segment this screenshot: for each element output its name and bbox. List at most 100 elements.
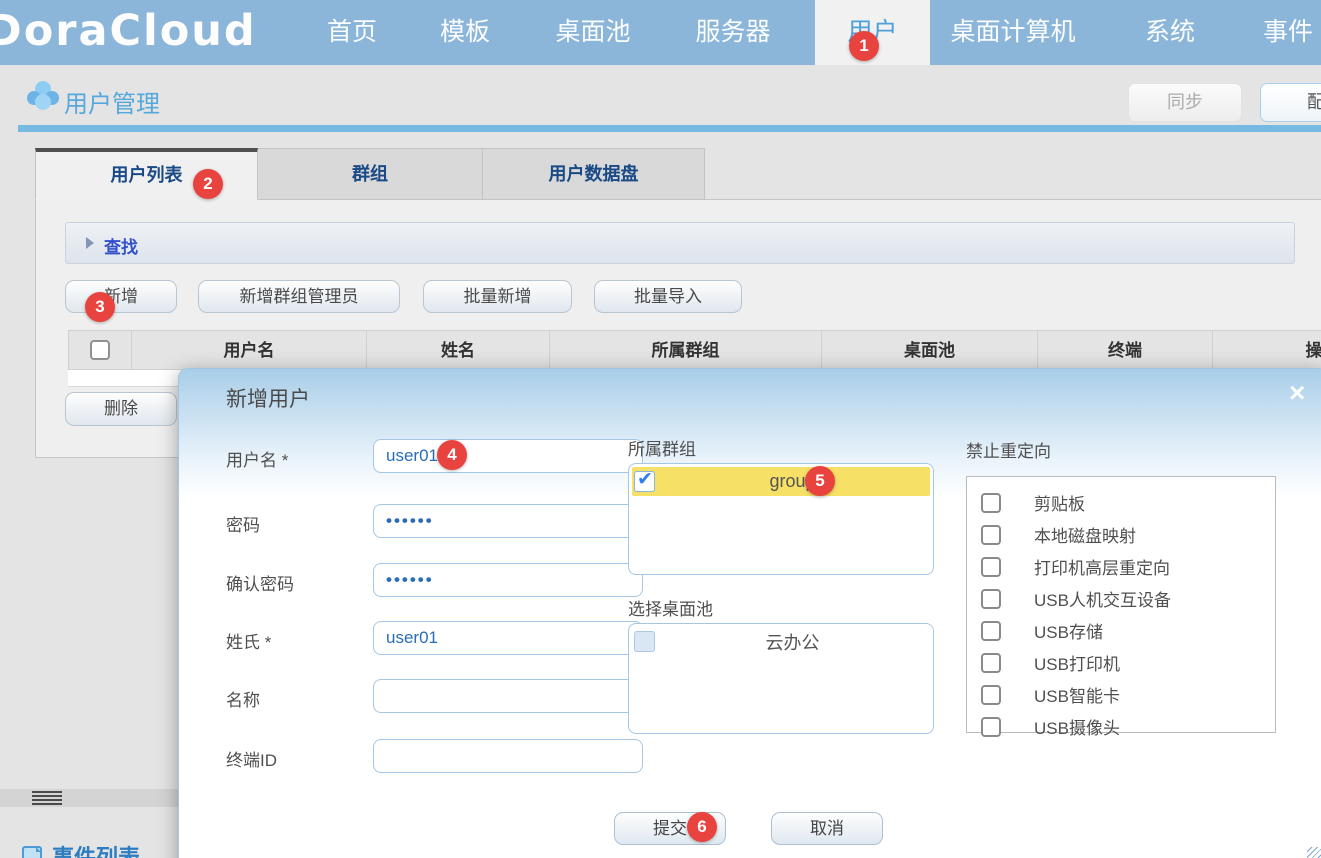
group-item-label: group <box>655 471 930 492</box>
annotation-badge-1: 1 <box>849 31 879 61</box>
nav-item-servers[interactable]: 服务器 <box>681 0 785 65</box>
list-item-redirect[interactable]: USB人机交互设备 <box>967 584 1275 613</box>
local-disk-checkbox[interactable] <box>981 525 1001 545</box>
username-label: 用户名 * <box>226 446 288 471</box>
group-checkbox[interactable] <box>634 471 655 492</box>
list-item-group[interactable]: group <box>632 467 930 496</box>
pool-listbox: 云办公 <box>628 623 934 734</box>
usb-printer-checkbox[interactable] <box>981 653 1001 673</box>
password-field[interactable] <box>373 504 643 538</box>
clipboard-label: 剪贴板 <box>1034 490 1085 515</box>
nav-item-events[interactable]: 事件 <box>1252 0 1321 65</box>
col-group[interactable]: 所属群组 <box>550 330 822 370</box>
usb-storage-checkbox[interactable] <box>981 621 1001 641</box>
group-listbox: group <box>628 463 934 575</box>
col-desktop-pool[interactable]: 桌面池 <box>822 330 1038 370</box>
annotation-badge-5: 5 <box>805 466 835 496</box>
search-panel[interactable]: 查找 <box>65 222 1295 264</box>
dialog-title: 新增用户 <box>226 383 310 413</box>
top-nav: DoraCloud 首页 模板 桌面池 服务器 用户 桌面计算机 系统 事件 <box>0 0 1321 65</box>
printer-redirect-label: 打印机高层重定向 <box>1034 554 1170 579</box>
usb-hid-checkbox[interactable] <box>981 589 1001 609</box>
batch-add-button[interactable]: 批量新增 <box>423 280 572 313</box>
col-username[interactable]: 用户名 <box>132 330 367 370</box>
confirm-password-field[interactable] <box>373 563 643 597</box>
list-item-redirect[interactable]: USB智能卡 <box>967 680 1275 709</box>
redirect-section-label: 禁止重定向 <box>966 437 1051 462</box>
pool-checkbox[interactable] <box>634 631 655 652</box>
username-row: 用户名 * <box>226 439 646 473</box>
nav-item-system[interactable]: 系统 <box>1134 0 1206 65</box>
pool-item-label: 云办公 <box>655 629 930 655</box>
close-icon[interactable]: × <box>1289 377 1305 409</box>
add-user-dialog: 新增用户 × 用户名 * 密码 确认密码 姓氏 * 名称 终端ID 所属群组 <box>178 368 1321 858</box>
event-list-label: 事件列表 <box>52 840 140 858</box>
pool-section-label: 选择桌面池 <box>628 595 713 620</box>
list-item-pool[interactable]: 云办公 <box>632 627 930 656</box>
page-title: 用户管理 <box>64 84 160 119</box>
redirect-listbox: 剪贴板 本地磁盘映射 打印机高层重定向 USB人机交互设备 USB存储 USB打… <box>966 476 1276 733</box>
usb-storage-label: USB存储 <box>1034 618 1103 643</box>
terminal-id-field[interactable] <box>373 739 643 773</box>
annotation-badge-3: 3 <box>85 292 115 322</box>
list-item-redirect[interactable]: USB打印机 <box>967 648 1275 677</box>
delete-button[interactable]: 删除 <box>65 392 177 426</box>
terminal-id-label: 终端ID <box>226 746 277 771</box>
list-item-redirect[interactable]: 打印机高层重定向 <box>967 552 1275 581</box>
list-item-redirect[interactable]: 本地磁盘映射 <box>967 520 1275 549</box>
usb-hid-label: USB人机交互设备 <box>1034 586 1171 611</box>
col-actions[interactable]: 操作 <box>1213 330 1321 370</box>
list-item-redirect[interactable]: USB存储 <box>967 616 1275 645</box>
nav-item-templates[interactable]: 模板 <box>429 0 501 65</box>
splitter-handle-icon[interactable] <box>32 791 62 807</box>
usb-camera-label: USB摄像头 <box>1034 714 1120 739</box>
list-item-redirect[interactable]: USB摄像头 <box>967 712 1275 741</box>
lastname-label: 姓氏 * <box>226 628 271 653</box>
annotation-badge-2: 2 <box>193 169 223 199</box>
nav-item-desktop-computers[interactable]: 桌面计算机 <box>927 0 1099 65</box>
app-window: DoraCloud 首页 模板 桌面池 服务器 用户 桌面计算机 系统 事件 用… <box>0 0 1321 858</box>
resize-grip-icon[interactable] <box>1307 847 1321 858</box>
list-item-redirect[interactable]: 剪贴板 <box>967 488 1275 517</box>
usb-smartcard-checkbox[interactable] <box>981 685 1001 705</box>
terminal-id-row: 终端ID <box>226 739 646 773</box>
local-disk-label: 本地磁盘映射 <box>1034 522 1136 547</box>
select-all-cell <box>68 330 132 370</box>
usb-camera-checkbox[interactable] <box>981 717 1001 737</box>
select-all-checkbox[interactable] <box>90 340 110 360</box>
clipboard-checkbox[interactable] <box>981 493 1001 513</box>
nav-item-home[interactable]: 首页 <box>316 0 388 65</box>
usb-printer-label: USB打印机 <box>1034 650 1120 675</box>
group-section-label: 所属群组 <box>628 435 696 460</box>
lastname-row: 姓氏 * <box>226 621 646 655</box>
annotation-badge-4: 4 <box>437 440 467 470</box>
tab-groups[interactable]: 群组 <box>257 148 483 200</box>
firstname-label: 名称 <box>226 686 260 711</box>
annotation-badge-6: 6 <box>687 812 717 842</box>
lastname-field[interactable] <box>373 621 643 655</box>
collapse-arrow-icon <box>86 237 94 249</box>
add-user-button[interactable]: 新增 <box>65 280 177 313</box>
search-panel-label: 查找 <box>104 233 138 258</box>
firstname-row: 名称 <box>226 679 646 713</box>
username-field[interactable] <box>373 439 643 473</box>
header-divider <box>18 125 1321 132</box>
users-icon <box>26 80 60 112</box>
col-terminal[interactable]: 终端 <box>1038 330 1213 370</box>
event-list-section[interactable]: 事件列表 <box>22 840 140 858</box>
tab-user-list[interactable]: 用户列表 <box>35 148 258 200</box>
cancel-button[interactable]: 取消 <box>771 812 883 845</box>
usb-smartcard-label: USB智能卡 <box>1034 682 1120 707</box>
nav-item-desktop-pool[interactable]: 桌面池 <box>541 0 645 65</box>
config-button[interactable]: 配置 <box>1260 83 1321 122</box>
user-table-header: 用户名 姓名 所属群组 桌面池 终端 操作 <box>68 330 1321 370</box>
col-name[interactable]: 姓名 <box>367 330 550 370</box>
firstname-field[interactable] <box>373 679 643 713</box>
confirm-password-label: 确认密码 <box>226 570 294 595</box>
logo: DoraCloud <box>0 6 257 56</box>
batch-import-button[interactable]: 批量导入 <box>594 280 742 313</box>
sync-button[interactable]: 同步 <box>1128 83 1242 122</box>
printer-redirect-checkbox[interactable] <box>981 557 1001 577</box>
add-group-admin-button[interactable]: 新增群组管理员 <box>198 280 400 313</box>
tab-user-data-disk[interactable]: 用户数据盘 <box>482 148 705 200</box>
